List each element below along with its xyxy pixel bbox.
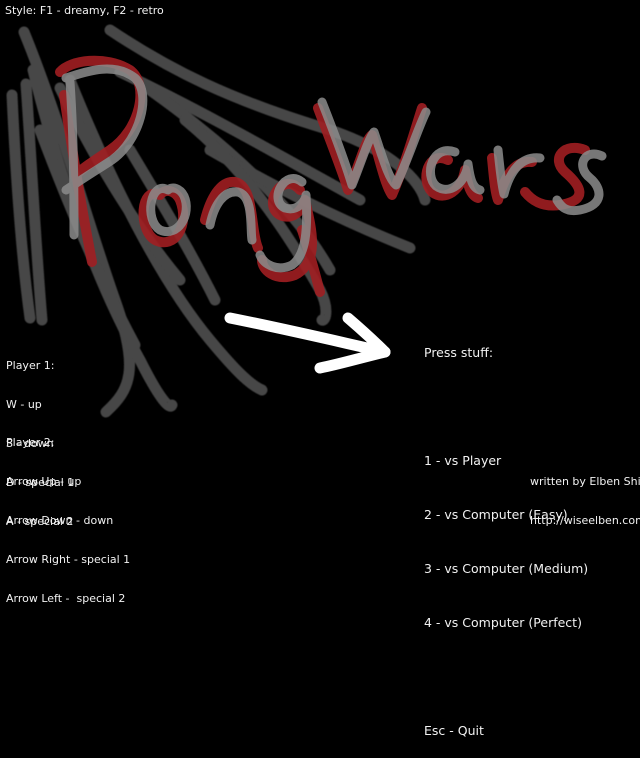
player2-control-special2: Arrow Left - special 2	[6, 592, 126, 605]
menu-option-vs-computer-perfect[interactable]: 4 - vs Computer (Perfect)	[424, 614, 588, 632]
menu-spacer	[424, 398, 588, 416]
player2-control-up: Arrow Up - up	[6, 475, 82, 488]
credits-author: written by Elben Shira	[530, 475, 640, 488]
player1-heading: Player 1:	[6, 359, 55, 372]
player2-control-down: Arrow Down - down	[6, 514, 114, 527]
menu-option-quit[interactable]: Esc - Quit	[424, 722, 588, 740]
player2-heading: Player 2:	[6, 436, 55, 449]
menu-prompt: Press stuff:	[424, 345, 494, 360]
credits-url[interactable]: http://wiseelben.com	[530, 514, 640, 527]
player2-controls: Player 2: Arrow Up - up Arrow Down - dow…	[6, 410, 130, 618]
player2-control-special1: Arrow Right - special 1	[6, 553, 131, 566]
arrow-icon	[224, 312, 391, 374]
menu-spacer	[424, 668, 588, 686]
credits: written by Elben Shira http://wiseelben.…	[530, 449, 640, 540]
menu-option-vs-computer-medium[interactable]: 3 - vs Computer (Medium)	[424, 560, 588, 578]
style-hint: Style: F1 - dreamy, F2 - retro	[5, 4, 164, 17]
